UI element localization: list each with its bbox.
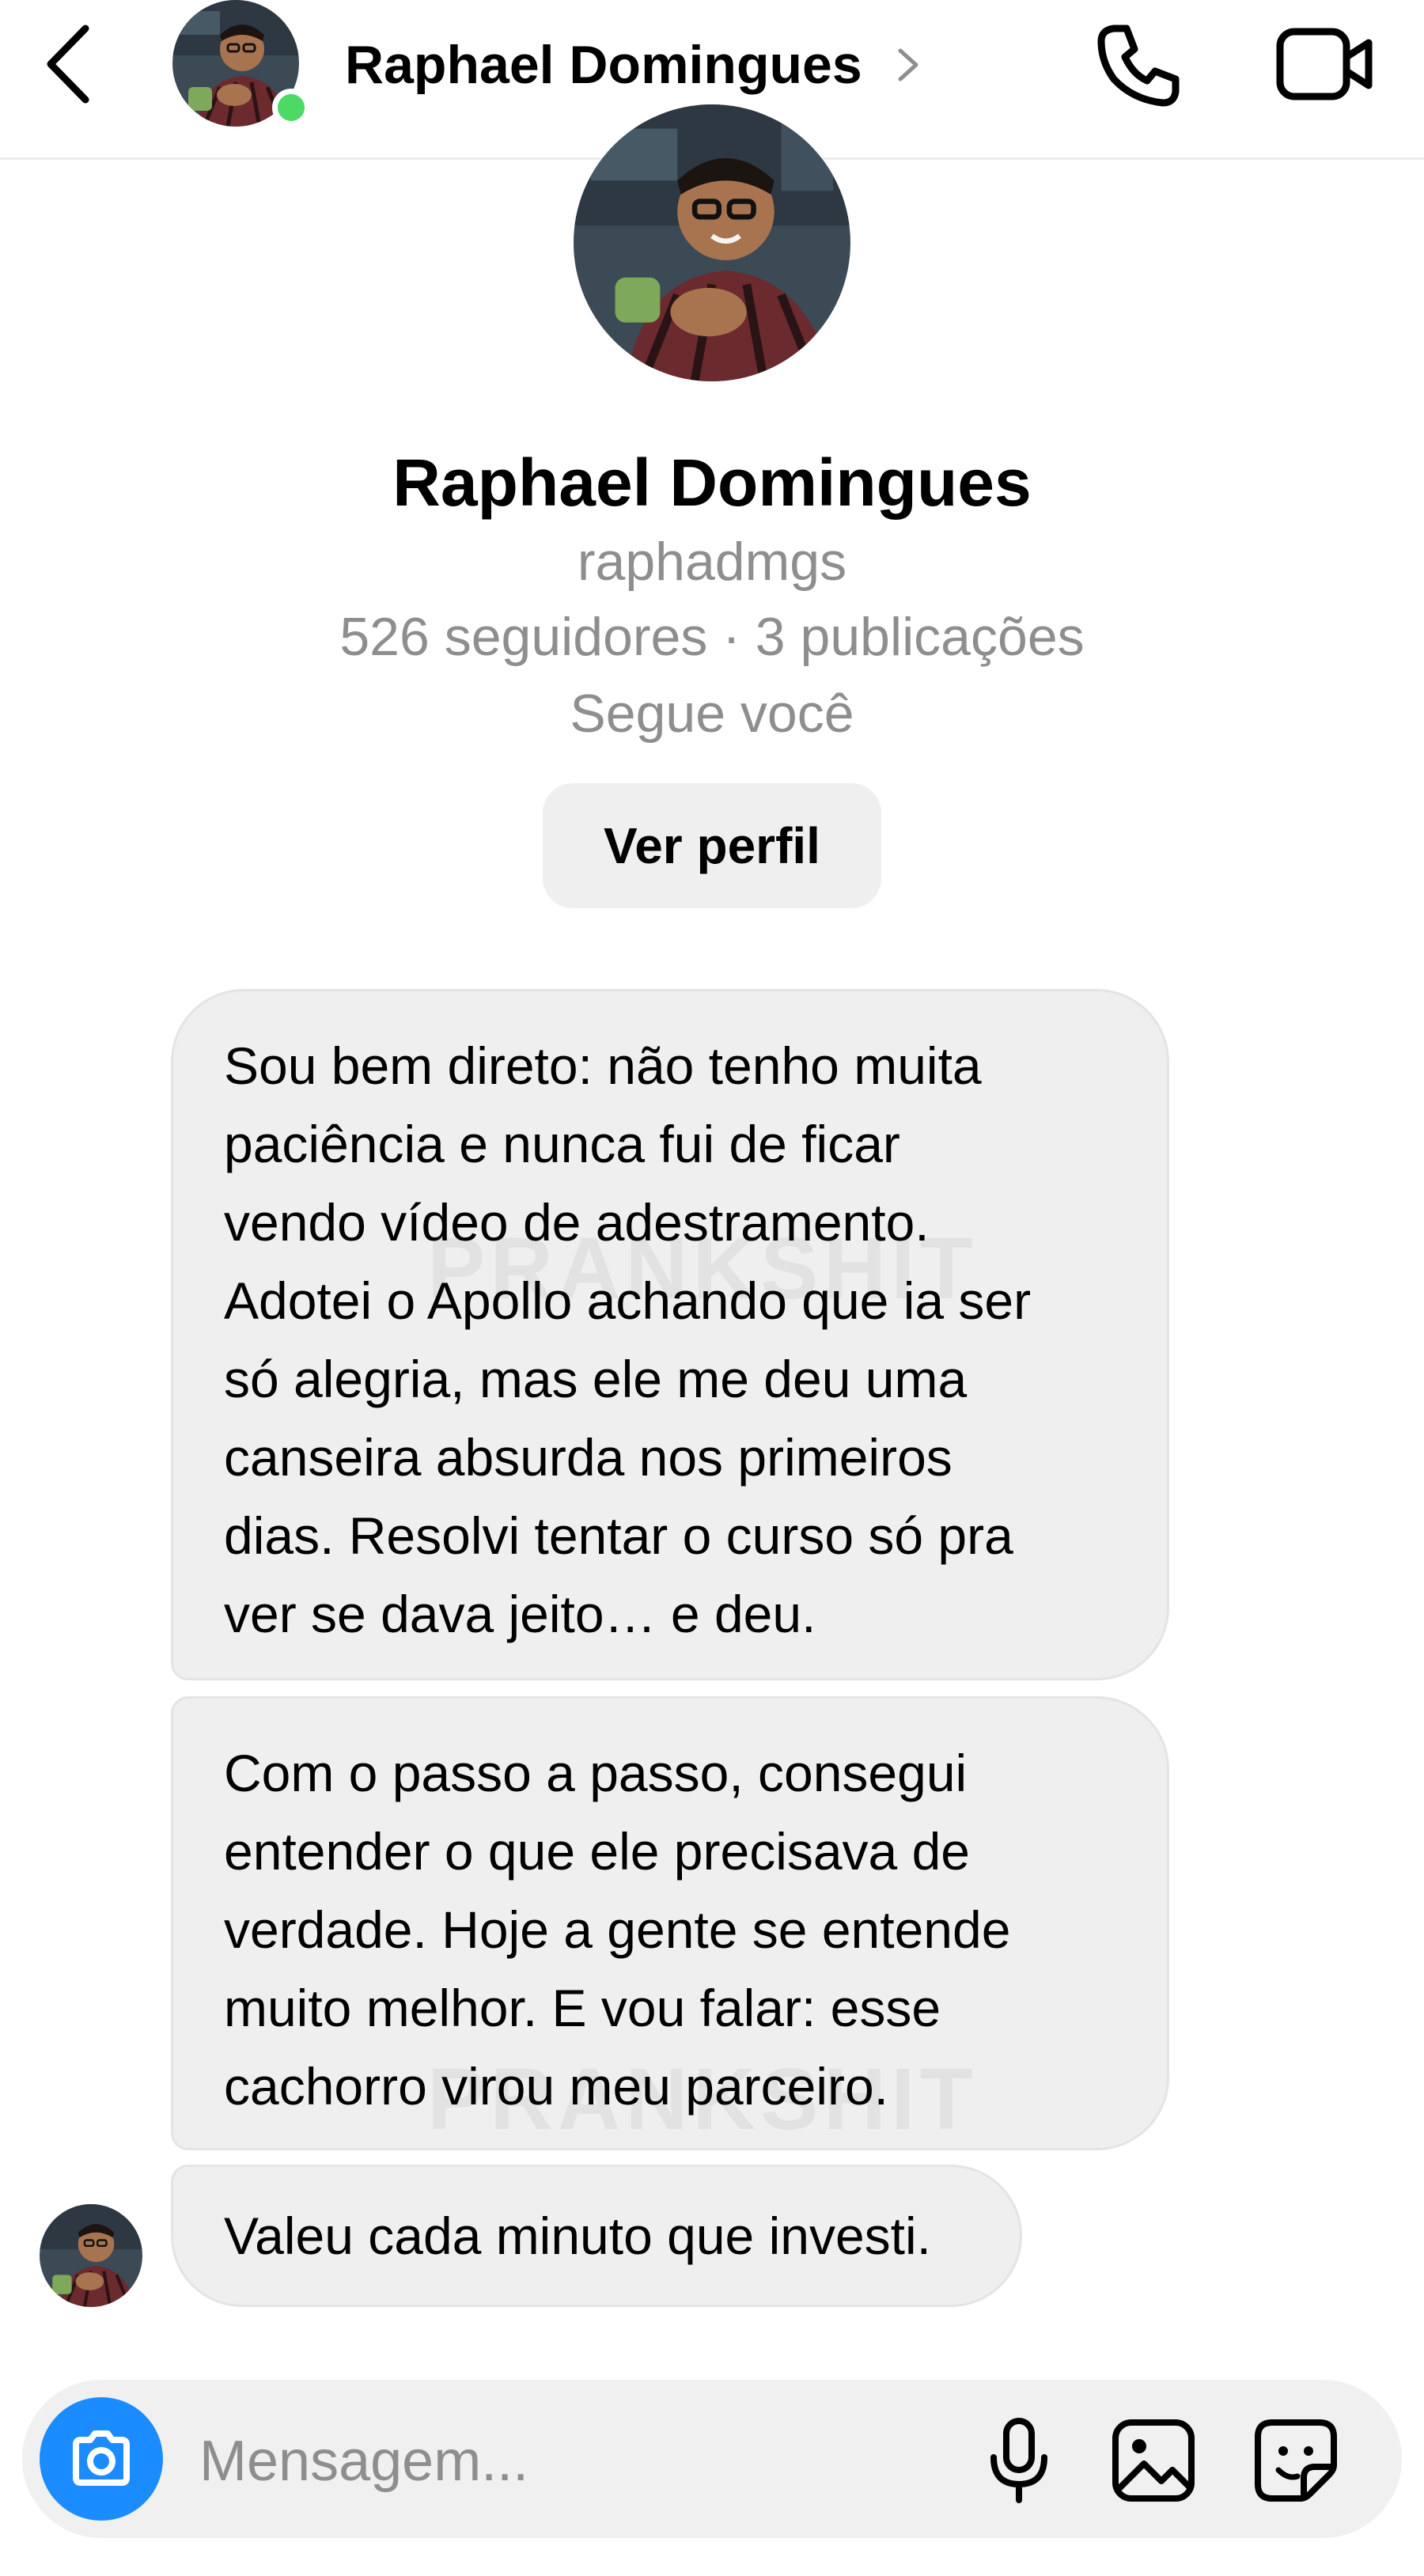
message-bubble[interactable]: Sou bem direto: não tenho muita paciênci…	[171, 989, 1169, 1680]
message-line: dias. Resolvi tentar o curso só pra	[224, 1506, 1013, 1565]
phone-icon	[1097, 25, 1180, 107]
gallery-button[interactable]	[1106, 2413, 1201, 2508]
message-line: Com o passo a passo, consegui	[224, 1744, 968, 1802]
follows-you-label: Segue você	[570, 684, 854, 744]
online-status-indicator	[272, 89, 310, 127]
message-line: Adotei o Apollo achando que ia ser	[224, 1271, 1032, 1330]
camera-button[interactable]	[40, 2397, 163, 2521]
view-profile-button[interactable]: Ver perfil	[543, 783, 881, 908]
sticker-icon	[1255, 2419, 1337, 2502]
back-button[interactable]	[40, 21, 103, 108]
message-line: verdade. Hoje a gente se entende	[224, 1900, 1011, 1959]
header-contact-name[interactable]: Raphael Domingues	[345, 33, 862, 97]
chat-screen: Raphael Domingues Raphael Domingues raph…	[0, 0, 1424, 2576]
message-line: paciência e nunca fui de ficar	[224, 1115, 900, 1173]
message-bubble[interactable]: Valeu cada minuto que investi.	[171, 2165, 1022, 2307]
profile-name: Raphael Domingues	[392, 445, 1032, 520]
chevron-right-icon[interactable]	[892, 41, 924, 89]
message-line: entender o que ele precisava de	[224, 1822, 971, 1881]
voice-message-button[interactable]	[971, 2413, 1066, 2508]
gallery-icon	[1112, 2419, 1195, 2502]
message-line: vendo vídeo de adestramento.	[224, 1193, 930, 1252]
message-line: só alegria, mas ele me deu uma	[224, 1350, 968, 1408]
message-line: Sou bem direto: não tenho muita	[224, 1036, 982, 1095]
microphone-icon	[990, 2418, 1047, 2503]
message-line: canseira absurda nos primeiros	[224, 1428, 952, 1487]
profile-username: raphadmgs	[577, 532, 847, 592]
message-bubble[interactable]: Com o passo a passo, consegui entender o…	[171, 1696, 1169, 2150]
sender-avatar[interactable]	[40, 2204, 142, 2307]
profile-avatar[interactable]	[574, 104, 850, 381]
profile-stats: 526 seguidores · 3 publicações	[339, 607, 1085, 667]
message-line: cachorro virou meu parceiro.	[224, 2057, 889, 2116]
message-input[interactable]	[198, 2421, 913, 2502]
camera-icon	[73, 2430, 130, 2486]
message-line: ver se dava jeito… e deu.	[224, 1585, 816, 1643]
video-call-button[interactable]	[1274, 21, 1377, 108]
sticker-button[interactable]	[1248, 2413, 1343, 2508]
message-line: muito melhor. E vou falar: esse	[224, 1979, 941, 2037]
profile-photo	[574, 104, 850, 381]
chevron-left-icon	[47, 25, 89, 104]
message-line: Valeu cada minuto que investi.	[224, 2206, 931, 2265]
video-camera-icon	[1276, 28, 1373, 100]
avatar-image	[40, 2204, 142, 2307]
message-composer	[22, 2380, 1402, 2538]
voice-call-button[interactable]	[1092, 17, 1187, 112]
